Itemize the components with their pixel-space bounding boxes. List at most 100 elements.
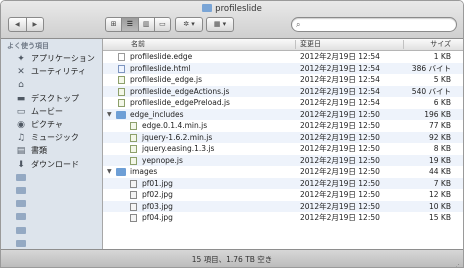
- documents-icon: ▤: [16, 146, 26, 157]
- sidebar-item-label: ダウンロード: [31, 159, 79, 169]
- sidebar-item[interactable]: ✕ ユーティリティ: [1, 65, 102, 79]
- sidebar-item[interactable]: [1, 237, 102, 249]
- sidebar-item-label: ピクチャ: [31, 120, 63, 129]
- pictures-icon: ◉: [17, 120, 25, 130]
- file-size: 44 KB: [429, 167, 451, 176]
- column-header: 名前 変更日 サイズ: [103, 39, 463, 51]
- script-file-icon: [130, 133, 137, 142]
- file-row[interactable]: profileslide_edgePreload.js 2012年2月19日 12…: [103, 97, 463, 109]
- sidebar-item[interactable]: ✦ アプリケーション: [1, 52, 102, 66]
- sidebar-item[interactable]: ♫ ミュージック: [1, 131, 102, 145]
- folder-row[interactable]: ▼ images 2012年2月19日 12:50 44 KB: [103, 166, 463, 178]
- column-view-button[interactable]: ▥: [137, 18, 154, 31]
- folder-icon: [15, 237, 27, 249]
- utilities-icon: ✕: [17, 67, 25, 78]
- file-row[interactable]: profileslide.edge 2012年2月19日 12:54 1 KB: [103, 51, 463, 63]
- folder-icon: [15, 224, 27, 238]
- sidebar-item[interactable]: ◉ ピクチャ: [1, 118, 102, 132]
- forward-button[interactable]: ▶: [25, 18, 44, 31]
- disclosure-triangle-icon[interactable]: ▼: [107, 109, 112, 121]
- file-date: 2012年2月19日 12:54: [300, 86, 380, 96]
- file-date: 2012年2月19日 12:54: [300, 63, 380, 73]
- file-row[interactable]: jquery-1.6.2.min.js 2012年2月19日 12:50 92 KB: [103, 131, 463, 143]
- file-size: 540 バイト: [411, 86, 451, 96]
- sidebar-item[interactable]: [1, 224, 102, 238]
- file-name: pf01.jpg: [142, 178, 173, 188]
- file-size: 10 KB: [429, 201, 451, 211]
- sidebar-item[interactable]: ▤ 書類: [1, 144, 102, 158]
- coverflow-view-button[interactable]: ▭: [153, 18, 170, 31]
- column-separator: [403, 40, 404, 49]
- window-title: profileslide: [1, 4, 463, 14]
- file-size: 1 KB: [433, 52, 451, 61]
- sidebar-item[interactable]: [1, 210, 102, 224]
- sidebar-item-label: ユーティリティ: [31, 67, 87, 77]
- file-date: 2012年2月19日 12:50: [300, 190, 380, 199]
- file-date: 2012年2月19日 12:50: [300, 132, 380, 142]
- file-date: 2012年2月19日 12:50: [300, 213, 380, 222]
- file-row[interactable]: pf01.jpg 2012年2月19日 12:50 7 KB: [103, 177, 463, 189]
- file-date: 2012年2月19日 12:50: [300, 144, 380, 153]
- list-view-button[interactable]: ☰: [121, 18, 138, 31]
- sidebar-item[interactable]: [1, 171, 102, 185]
- image-file-icon: [130, 202, 137, 211]
- column-name-header[interactable]: 名前: [131, 39, 145, 50]
- column-date-header[interactable]: 変更日: [300, 39, 321, 50]
- file-name: profileslide_edgePreload.js: [130, 98, 230, 107]
- sidebar-item-label: ムービー: [31, 106, 63, 116]
- file-name: pf04.jpg: [142, 213, 173, 222]
- file-row[interactable]: profileslide.html 2012年2月19日 12:54 386 バイト: [103, 62, 463, 74]
- file-size: 77 KB: [429, 121, 451, 130]
- window-title-text: profileslide: [215, 4, 262, 14]
- file-date: 2012年2月19日 12:54: [300, 75, 380, 84]
- document-file-icon: [118, 53, 125, 61]
- folder-icon: [202, 4, 213, 12]
- script-file-icon: [118, 99, 125, 107]
- file-size: 7 KB: [433, 178, 451, 188]
- disclosure-triangle-icon[interactable]: ▼: [107, 166, 112, 178]
- file-date: 2012年2月19日 12:50: [300, 178, 380, 188]
- search-input[interactable]: [306, 18, 446, 31]
- file-row[interactable]: pf03.jpg 2012年2月19日 12:50 10 KB: [103, 200, 463, 212]
- folder-shape: [16, 200, 26, 208]
- file-size: 19 KB: [429, 155, 451, 165]
- back-button[interactable]: ◀: [9, 18, 26, 31]
- image-file-icon: [130, 214, 137, 222]
- file-row[interactable]: profileslide_edge.js 2012年2月19日 12:54 5 KB: [103, 74, 463, 86]
- resize-grip-icon[interactable]: ⋰: [453, 258, 460, 267]
- file-size: 12 KB: [429, 190, 451, 199]
- status-text: 15 項目、1.76 TB 空き: [191, 255, 273, 264]
- sidebar-item[interactable]: [1, 197, 102, 211]
- sidebar-item[interactable]: ⬇ ダウンロード: [1, 158, 102, 172]
- applications-icon: ✦: [17, 54, 25, 64]
- folder-shape: [16, 239, 26, 247]
- icon-view-button[interactable]: ⊞: [106, 18, 121, 31]
- file-date: 2012年2月19日 12:50: [300, 121, 380, 130]
- file-date: 2012年2月19日 12:50: [300, 201, 380, 211]
- folder-row[interactable]: ▼ edge_includes 2012年2月19日 12:50 196 KB: [103, 108, 463, 121]
- sidebar-item[interactable]: ▬ デスクトップ: [1, 92, 102, 106]
- sidebar: よく使う項目 ✦ アプリケーション ✕ ユーティリティ ⌂ ▬ デスクトップ ▭ ムービー ◉ ピク…: [1, 39, 103, 249]
- html-file-icon: [118, 64, 125, 73]
- sidebar-item[interactable]: ▭ ムービー: [1, 105, 102, 119]
- status-bar: 15 項目、1.76 TB 空き ⋰: [1, 249, 463, 267]
- file-name: jquery.easing.1.3.js: [142, 144, 215, 153]
- image-file-icon: [130, 191, 137, 199]
- file-row[interactable]: jquery.easing.1.3.js 2012年2月19日 12:50 8 KB: [103, 143, 463, 155]
- column-size-header[interactable]: サイズ: [430, 39, 451, 50]
- music-icon: ♫: [16, 133, 26, 144]
- image-file-icon: [130, 179, 137, 188]
- file-date: 2012年2月19日 12:54: [300, 98, 380, 107]
- file-row[interactable]: pf04.jpg 2012年2月19日 12:50 15 KB: [103, 212, 463, 224]
- sidebar-item[interactable]: [1, 184, 102, 198]
- file-row[interactable]: profileslide_edgeActions.js 2012年2月19日 12…: [103, 85, 463, 97]
- file-size: 5 KB: [433, 75, 451, 84]
- file-row[interactable]: pf02.jpg 2012年2月19日 12:50 12 KB: [103, 189, 463, 201]
- arrange-menu-button[interactable]: ▦ ▾: [206, 17, 234, 32]
- file-row[interactable]: yepnope.js 2012年2月19日 12:50 19 KB: [103, 154, 463, 166]
- action-menu-button[interactable]: ✲ ▾: [175, 17, 203, 32]
- file-size: 92 KB: [429, 132, 451, 142]
- sidebar-item[interactable]: ⌂: [1, 78, 102, 92]
- file-row[interactable]: edge.0.1.4.min.js 2012年2月19日 12:50 77 KB: [103, 120, 463, 132]
- folder-shape: [16, 213, 26, 221]
